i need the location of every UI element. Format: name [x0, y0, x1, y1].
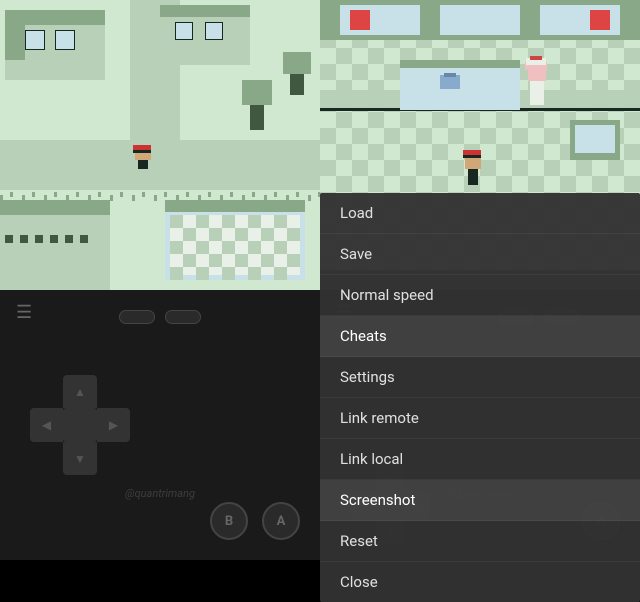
game-canvas-left — [0, 0, 320, 290]
menu-item-settings[interactable]: Settings — [320, 357, 640, 398]
dpad-center — [63, 408, 97, 442]
right-panel: Load Save Normal speed Cheats Settings L… — [320, 0, 640, 560]
menu-item-close[interactable]: Close — [320, 562, 640, 602]
dpad-left: ▲ ◀ ▶ ▼ — [30, 375, 130, 475]
menu-item-link-local[interactable]: Link local — [320, 439, 640, 480]
dpad-left-btn[interactable]: ◀ — [30, 408, 63, 442]
dpad-right-arrow: ▶ — [109, 418, 118, 432]
left-panel: ☰ ▲ ◀ ▶ ▼ — [0, 0, 320, 560]
context-menu: Load Save Normal speed Cheats Settings L… — [320, 193, 640, 602]
action-buttons-left: B A — [210, 502, 300, 540]
menu-item-link-remote[interactable]: Link remote — [320, 398, 640, 439]
menu-item-cheats[interactable]: Cheats — [320, 316, 640, 357]
select-button-left[interactable] — [119, 310, 155, 324]
b-button-left[interactable]: B — [210, 502, 248, 540]
controls-area-left: ☰ ▲ ◀ ▶ ▼ — [0, 290, 320, 560]
a-button-left[interactable]: A — [262, 502, 300, 540]
dpad-left-arrow: ◀ — [42, 418, 51, 432]
menu-item-screenshot[interactable]: Screenshot — [320, 480, 640, 521]
menu-item-normal-speed[interactable]: Normal speed — [320, 275, 640, 316]
dpad-down-arrow: ▼ — [74, 452, 86, 466]
dpad-down-left[interactable]: ▼ — [63, 442, 97, 475]
hamburger-button-left[interactable]: ☰ — [16, 302, 32, 323]
dpad-up-left[interactable]: ▲ — [63, 375, 97, 408]
start-button-left[interactable] — [165, 310, 201, 324]
menu-item-load[interactable]: Load — [320, 193, 640, 234]
menu-item-save[interactable]: Save — [320, 234, 640, 275]
dpad-right-btn[interactable]: ▶ — [97, 408, 130, 442]
watermark-left: @quantrimang — [125, 487, 195, 500]
select-start-left — [119, 310, 201, 324]
dpad-up-arrow: ▲ — [74, 385, 86, 399]
menu-item-reset[interactable]: Reset — [320, 521, 640, 562]
game-screen-left — [0, 0, 320, 290]
